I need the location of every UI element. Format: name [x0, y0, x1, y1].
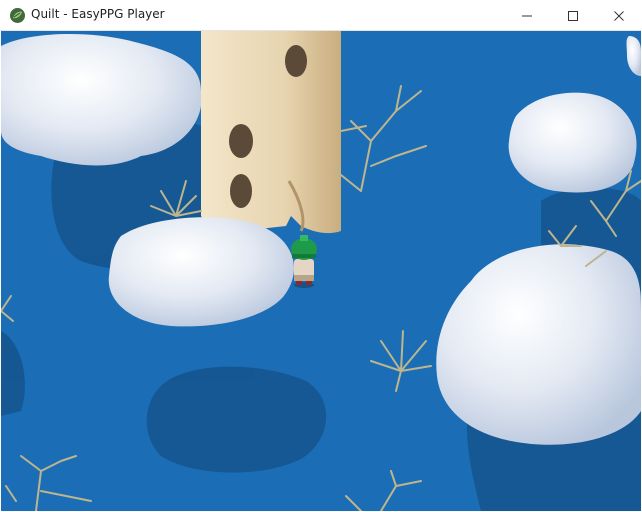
window-title: Quilt - EasyPPG Player: [31, 7, 165, 21]
close-icon: [614, 10, 624, 21]
cloud-top-left: [1, 34, 202, 166]
close-button[interactable]: [596, 0, 642, 31]
game-viewport[interactable]: [1, 31, 641, 511]
maximize-icon: [568, 10, 578, 21]
minimize-icon: [522, 15, 532, 16]
window-titlebar: Quilt - EasyPPG Player: [0, 0, 642, 31]
minimize-button[interactable]: [504, 0, 550, 31]
player-character[interactable]: [291, 235, 317, 288]
maximize-button[interactable]: [550, 0, 596, 31]
game-scene: [1, 31, 641, 511]
cloud-top-right: [508, 92, 637, 193]
sand-tower: [201, 31, 341, 234]
quilt-leaf-icon: [10, 8, 25, 23]
